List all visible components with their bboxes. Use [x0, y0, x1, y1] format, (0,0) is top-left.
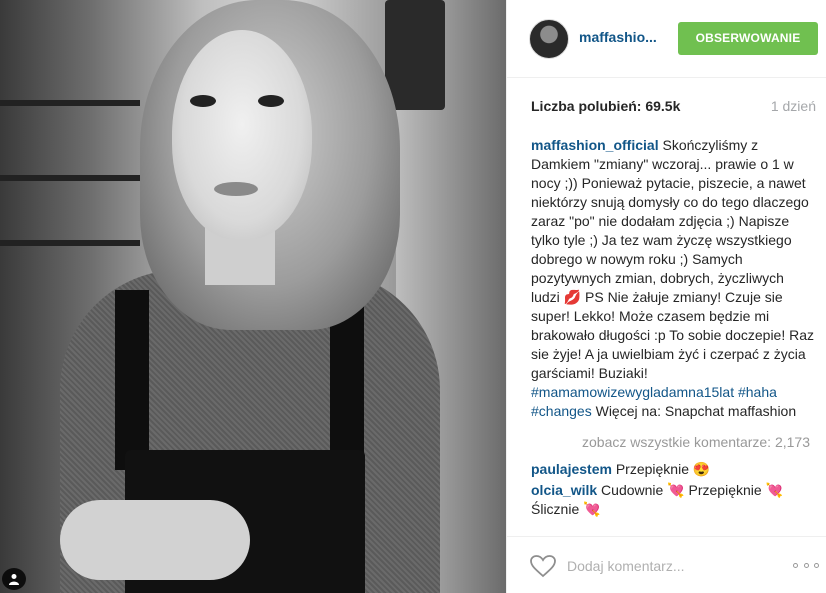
- photo-face: [172, 30, 312, 240]
- comment-item: olcia_wilk Cudownie 💘 Przepięknie 💘 Ślic…: [531, 481, 816, 519]
- post-footer: [507, 536, 826, 593]
- comment-item: paulajestem Przepięknie 😍: [531, 460, 816, 479]
- header-username[interactable]: maffashio...: [579, 29, 657, 45]
- photo-shelf: [0, 240, 140, 246]
- photo-hand: [60, 500, 250, 580]
- person-icon[interactable]: [2, 568, 26, 590]
- heart-icon[interactable]: [529, 554, 557, 578]
- post-caption: maffashion_official Skończyliśmy z Damki…: [531, 136, 816, 421]
- dot-icon: [803, 562, 809, 568]
- photo-lamp: [385, 0, 445, 110]
- caption-text-end: Więcej na: Snapchat maffashion: [591, 403, 797, 419]
- avatar[interactable]: [529, 19, 569, 59]
- dot-icon: [814, 562, 819, 568]
- caption-author[interactable]: maffashion_official: [531, 137, 659, 153]
- photo-shelf: [0, 175, 140, 181]
- comment-author[interactable]: olcia_wilk: [531, 482, 597, 498]
- more-options-icon[interactable]: [793, 560, 819, 570]
- photo-shelf: [0, 100, 140, 106]
- comment-input[interactable]: [567, 553, 777, 579]
- photo-lips: [214, 182, 258, 196]
- post-age[interactable]: 1 dzień: [771, 98, 816, 114]
- view-all-comments-link[interactable]: zobacz wszystkie komentarze: 2,173: [531, 433, 816, 452]
- post-header: maffashio... OBSERWOWANIE: [507, 0, 826, 78]
- comments-list: maffashion_official Skończyliśmy z Damki…: [531, 136, 816, 521]
- comment-text: Przepięknie 😍: [611, 461, 711, 477]
- caption-text: Skończyliśmy z Damkiem "zmiany" wczoraj.…: [531, 137, 815, 381]
- dot-icon: [793, 562, 798, 568]
- comment-author[interactable]: paulajestem: [531, 461, 612, 477]
- post-stats: Liczba polubień: 69.5k 1 dzień: [531, 98, 816, 118]
- follow-button[interactable]: OBSERWOWANIE: [678, 22, 818, 55]
- photo-strap: [115, 290, 149, 470]
- likes-count[interactable]: Liczba polubień: 69.5k: [531, 98, 680, 114]
- photo-eye: [258, 95, 284, 107]
- post-details-panel: maffashio... OBSERWOWANIE Liczba polubie…: [506, 0, 826, 593]
- post-photo[interactable]: [0, 0, 506, 593]
- photo-eye: [190, 95, 216, 107]
